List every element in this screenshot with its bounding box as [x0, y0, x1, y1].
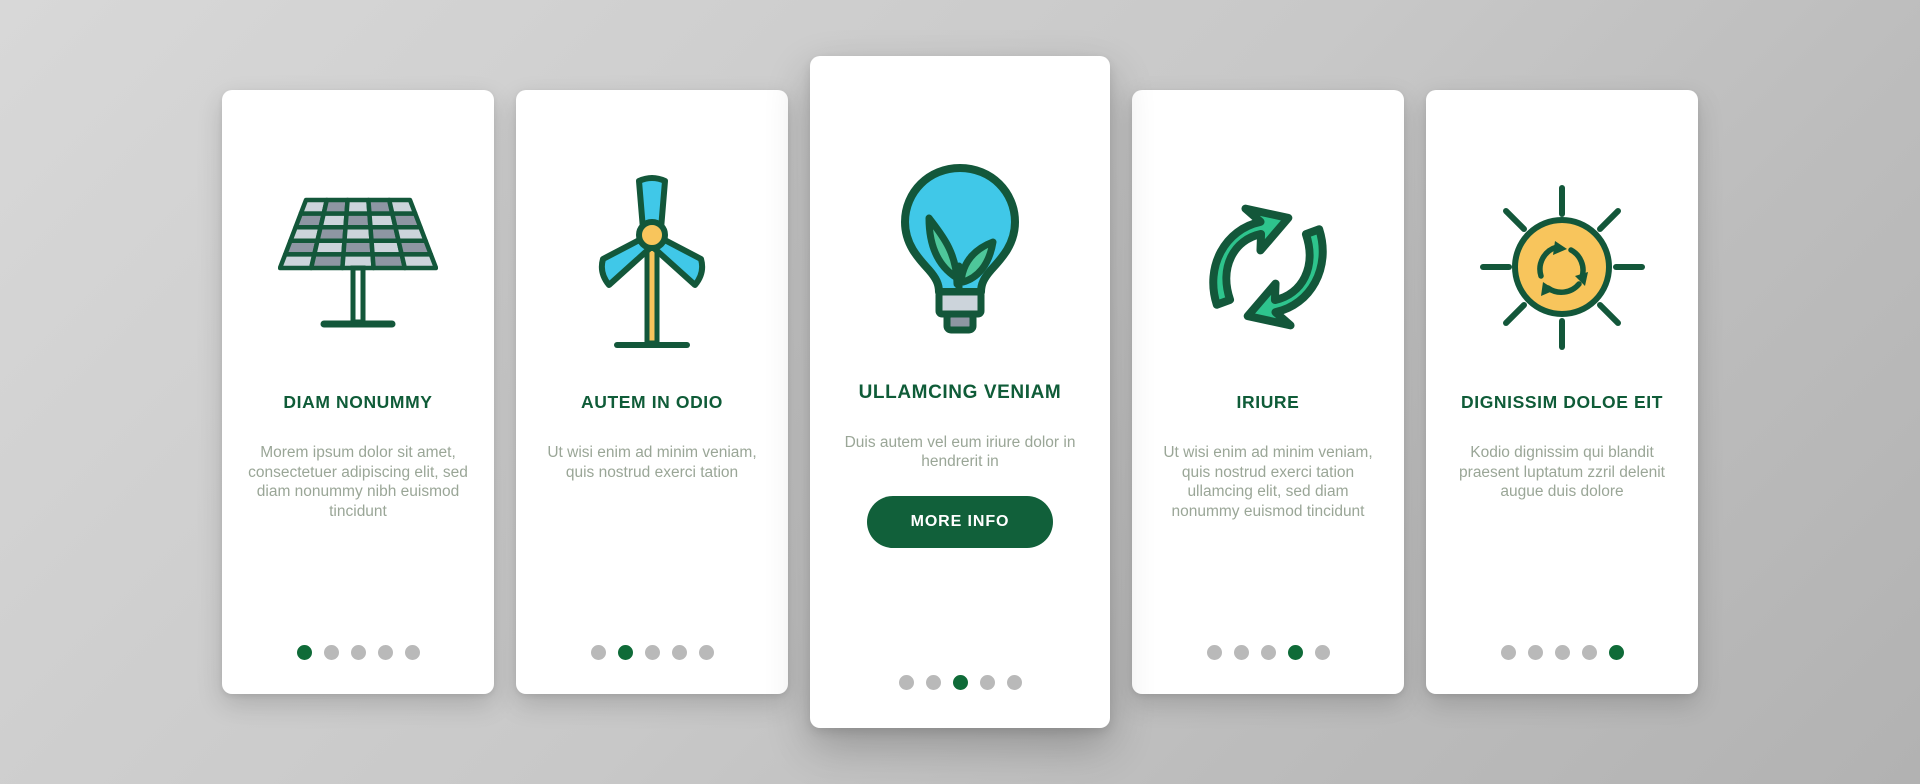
- pagination-dots: [898, 675, 1022, 690]
- pagination-dot-3[interactable]: [350, 645, 366, 660]
- recycle-arrows-icon: [1150, 142, 1386, 392]
- pagination-dot-3[interactable]: [644, 645, 660, 660]
- card-description: Ut wisi enim ad minim veniam, quis nostr…: [1163, 444, 1373, 520]
- pagination-dot-5[interactable]: [404, 645, 420, 660]
- pagination-dot-2[interactable]: [1233, 645, 1249, 660]
- pagination-dot-3[interactable]: [1260, 645, 1276, 660]
- card-title: DIAM NONUMMY: [283, 392, 433, 412]
- eco-lightbulb-icon: [830, 114, 1090, 382]
- card-title: ULLAMCING VENIAM: [858, 382, 1062, 403]
- pagination-dot-5[interactable]: [698, 645, 714, 660]
- wind-turbine-icon: [534, 142, 770, 392]
- card-title: AUTEM IN ODIO: [581, 392, 723, 412]
- pagination-dot-2[interactable]: [1527, 645, 1543, 660]
- pagination-dot-5[interactable]: [1314, 645, 1330, 660]
- card-description: Duis autem vel eum iriure dolor in hendr…: [844, 433, 1076, 471]
- onboarding-card-carousel: DIAM NONUMMY Morem ipsum dolor sit amet, …: [0, 0, 1920, 784]
- pagination-dot-4[interactable]: [1287, 645, 1303, 660]
- onboarding-card-4: IRIURE Ut wisi enim ad minim veniam, quis…: [1132, 90, 1404, 694]
- pagination-dot-1[interactable]: [1500, 645, 1516, 660]
- onboarding-card-5: DIGNISSIM DOLOE EIT Kodio dignissim qui b…: [1426, 90, 1698, 694]
- pagination-dot-1[interactable]: [1206, 645, 1222, 660]
- pagination-dot-3[interactable]: [1554, 645, 1570, 660]
- card-title: DIGNISSIM DOLOE EIT: [1461, 392, 1663, 412]
- pagination-dot-1[interactable]: [898, 675, 914, 690]
- pagination-dots: [296, 645, 420, 660]
- onboarding-card-3: ULLAMCING VENIAM Duis autem vel eum iriur…: [810, 56, 1110, 728]
- pagination-dots: [1500, 645, 1624, 660]
- pagination-dot-2[interactable]: [323, 645, 339, 660]
- sun-recycle-icon: [1444, 142, 1680, 392]
- pagination-dot-5[interactable]: [1006, 675, 1022, 690]
- onboarding-card-2: AUTEM IN ODIO Ut wisi enim ad minim venia…: [516, 90, 788, 694]
- card-description: Kodio dignissim qui blandit praesent lup…: [1459, 444, 1665, 501]
- more-info-button[interactable]: MORE INFO: [866, 495, 1054, 548]
- pagination-dot-2[interactable]: [617, 645, 633, 660]
- pagination-dot-1[interactable]: [590, 645, 606, 660]
- pagination-dot-4[interactable]: [1581, 645, 1597, 660]
- pagination-dot-1[interactable]: [296, 645, 312, 660]
- pagination-dot-5[interactable]: [1608, 645, 1624, 660]
- pagination-dot-2[interactable]: [925, 675, 941, 690]
- card-description: Ut wisi enim ad minim veniam, quis nostr…: [547, 444, 757, 481]
- pagination-dot-3[interactable]: [952, 675, 968, 690]
- onboarding-card-1: DIAM NONUMMY Morem ipsum dolor sit amet, …: [222, 90, 494, 694]
- pagination-dot-4[interactable]: [671, 645, 687, 660]
- card-description: Morem ipsum dolor sit amet, consectetuer…: [248, 444, 468, 520]
- pagination-dots: [590, 645, 714, 660]
- card-title: IRIURE: [1236, 392, 1300, 412]
- pagination-dot-4[interactable]: [377, 645, 393, 660]
- pagination-dots: [1206, 645, 1330, 660]
- pagination-dot-4[interactable]: [979, 675, 995, 690]
- solar-panel-icon: [240, 142, 476, 392]
